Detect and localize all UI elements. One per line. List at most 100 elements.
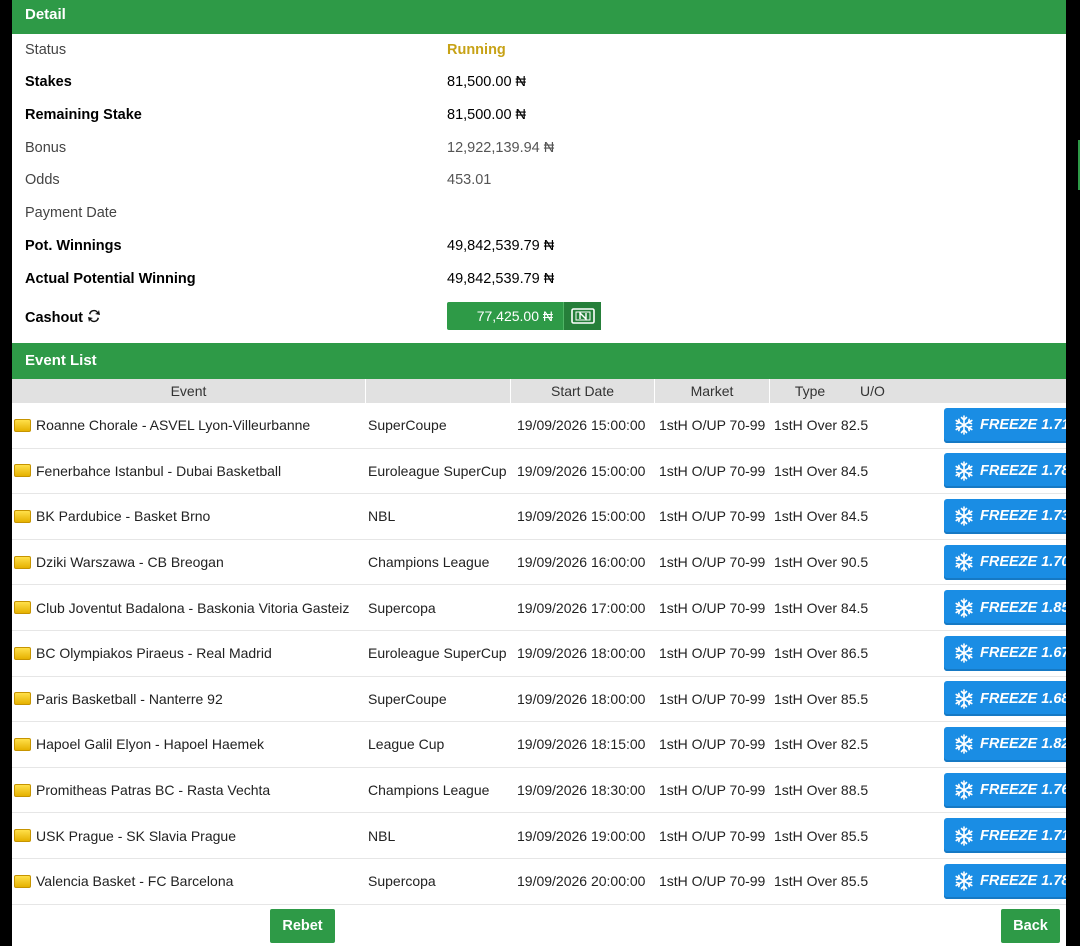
market-cell: 1stH O/UP 70-99 [659,417,766,434]
start-date-cell: 19/09/2026 18:15:00 [517,736,646,753]
folder-icon [14,464,31,478]
detail-row-payment-date: Payment Date [12,197,1066,230]
table-row: Roanne Chorale - ASVEL Lyon-Villeurbanne… [12,403,1066,449]
freeze-cell: FREEZE 1.71 [910,818,1066,854]
freeze-button[interactable]: FREEZE 1.70 [944,544,1066,580]
start-date-cell: 19/09/2026 15:00:00 [517,417,646,434]
back-button[interactable]: Back [1001,908,1060,943]
odds-value: 453.01 [447,172,492,188]
event-cell[interactable]: Fenerbahce Istanbul - Dubai Basketball [12,463,366,479]
event-name: Paris Basketball - Nanterre 92 [36,690,223,707]
competition-cell: Champions League [368,554,490,571]
rebet-button[interactable]: Rebet [270,908,335,943]
bonus-value: 12,922,139.94 ₦ [447,140,555,156]
refresh-icon[interactable] [86,308,102,328]
freeze-label: FREEZE 1.73 [980,508,1066,525]
start-date-cell: 19/09/2026 18:30:00 [517,782,646,799]
market-cell: 1stH O/UP 70-99 [659,827,766,844]
start-date-cell: 19/09/2026 20:00:00 [517,873,646,890]
detail-header: Detail [12,0,1066,34]
freeze-button[interactable]: FREEZE 1.73 [944,498,1066,534]
col-competition [366,379,511,403]
snowflake-icon [955,825,973,846]
event-name: Fenerbahce Istanbul - Dubai Basketball [36,462,282,479]
pot-winnings-label: Pot. Winnings [25,238,122,254]
freeze-cell: FREEZE 1.67 [910,635,1066,671]
event-cell[interactable]: Valencia Basket - FC Barcelona [12,873,366,889]
col-start-date: Start Date [511,379,655,403]
col-uo: U/O [860,383,885,399]
event-cell[interactable]: Promitheas Patras BC - Rasta Vechta [12,782,366,798]
snowflake-icon [955,643,973,664]
start-date-cell: 19/09/2026 15:00:00 [517,508,646,525]
col-market: Market [655,379,770,403]
freeze-button[interactable]: FREEZE 1.85 [944,590,1066,626]
detail-row-cashout: Cashout 77,425.00 ₦ [12,300,1066,333]
cashout-button[interactable]: 77,425.00 ₦ [447,302,601,330]
start-date-cell: 19/09/2026 18:00:00 [517,690,646,707]
type-cell: 1stH Over 86.5 [774,645,869,662]
event-cell[interactable]: BC Olympiakos Piraeus - Real Madrid [12,645,366,661]
freeze-button[interactable]: FREEZE 1.67 [944,635,1066,671]
event-cell[interactable]: Club Joventut Badalona - Baskonia Vitori… [12,600,366,616]
freeze-button[interactable]: FREEZE 1.71 [944,818,1066,854]
event-cell[interactable]: Dziki Warszawa - CB Breogan [12,554,366,570]
competition-cell: SuperCoupe [368,417,447,434]
type-cell: 1stH Over 82.5 [774,736,869,753]
snowflake-icon [955,689,973,709]
detail-body: Status Running Stakes 81,500.00 ₦ Remain… [12,34,1066,343]
start-date-cell: 19/09/2026 15:00:00 [517,462,646,479]
col-type-uo: Type U/O [770,379,910,403]
col-freeze [910,379,1066,403]
folder-icon [14,692,31,706]
type-cell: 1stH Over 82.5 [774,417,869,434]
event-name: USK Prague - SK Slavia Prague [36,827,236,844]
snowflake-icon [955,415,973,436]
freeze-label: FREEZE 1.82 [980,736,1066,753]
freeze-button[interactable]: FREEZE 1.78 [944,453,1066,489]
event-name: BC Olympiakos Piraeus - Real Madrid [36,645,272,662]
cashout-amount: 77,425.00 ₦ [476,308,553,324]
freeze-button[interactable]: FREEZE 1.78 [944,863,1066,899]
cashout-label: Cashout [25,310,83,326]
remaining-stake-value: 81,500.00 ₦ [447,107,527,123]
snowflake-icon [955,597,973,618]
freeze-cell: FREEZE 1.68 [910,681,1066,717]
remaining-stake-label: Remaining Stake [25,107,142,123]
type-cell: 1stH Over 85.5 [774,873,869,890]
table-row: Valencia Basket - FC Barcelona Supercopa… [12,859,1066,905]
snowflake-icon [955,734,973,755]
event-cell[interactable]: Roanne Chorale - ASVEL Lyon-Villeurbanne [12,417,366,433]
start-date-cell: 19/09/2026 17:00:00 [517,599,646,616]
event-table-header: Event Start Date Market Type U/O [12,379,1066,403]
freeze-cell: FREEZE 1.71 [910,407,1066,443]
competition-cell: Supercopa [368,873,436,890]
freeze-cell: FREEZE 1.73 [910,498,1066,534]
freeze-button[interactable]: FREEZE 1.68 [944,681,1066,717]
folder-icon [14,874,31,888]
freeze-cell: FREEZE 1.78 [910,453,1066,489]
freeze-cell: FREEZE 1.82 [910,726,1066,762]
freeze-cell: FREEZE 1.70 [910,544,1066,580]
event-cell[interactable]: BK Pardubice - Basket Brno [12,508,366,524]
competition-cell: NBL [368,508,396,525]
table-row: Paris Basketball - Nanterre 92 SuperCoup… [12,677,1066,723]
event-list-header: Event List [12,343,1066,379]
freeze-button[interactable]: FREEZE 1.82 [944,726,1066,762]
event-cell[interactable]: Paris Basketball - Nanterre 92 [12,691,366,707]
folder-icon [14,601,31,615]
event-cell[interactable]: USK Prague - SK Slavia Prague [12,828,366,844]
freeze-button[interactable]: FREEZE 1.71 [944,407,1066,443]
payment-date-label: Payment Date [25,205,117,221]
type-cell: 1stH Over 90.5 [774,554,869,571]
event-cell[interactable]: Hapoel Galil Elyon - Hapoel Haemek [12,736,366,752]
table-row: Dziki Warszawa - CB Breogan Champions Le… [12,540,1066,586]
freeze-label: FREEZE 1.68 [980,690,1066,707]
competition-cell: SuperCoupe [368,690,447,707]
type-cell: 1stH Over 84.5 [774,508,869,525]
freeze-button[interactable]: FREEZE 1.76 [944,772,1066,808]
freeze-label: FREEZE 1.78 [980,873,1066,890]
cashout-label-wrap: Cashout [25,308,102,328]
type-cell: 1stH Over 88.5 [774,782,869,799]
detail-row-bonus: Bonus 12,922,139.94 ₦ [12,132,1066,165]
